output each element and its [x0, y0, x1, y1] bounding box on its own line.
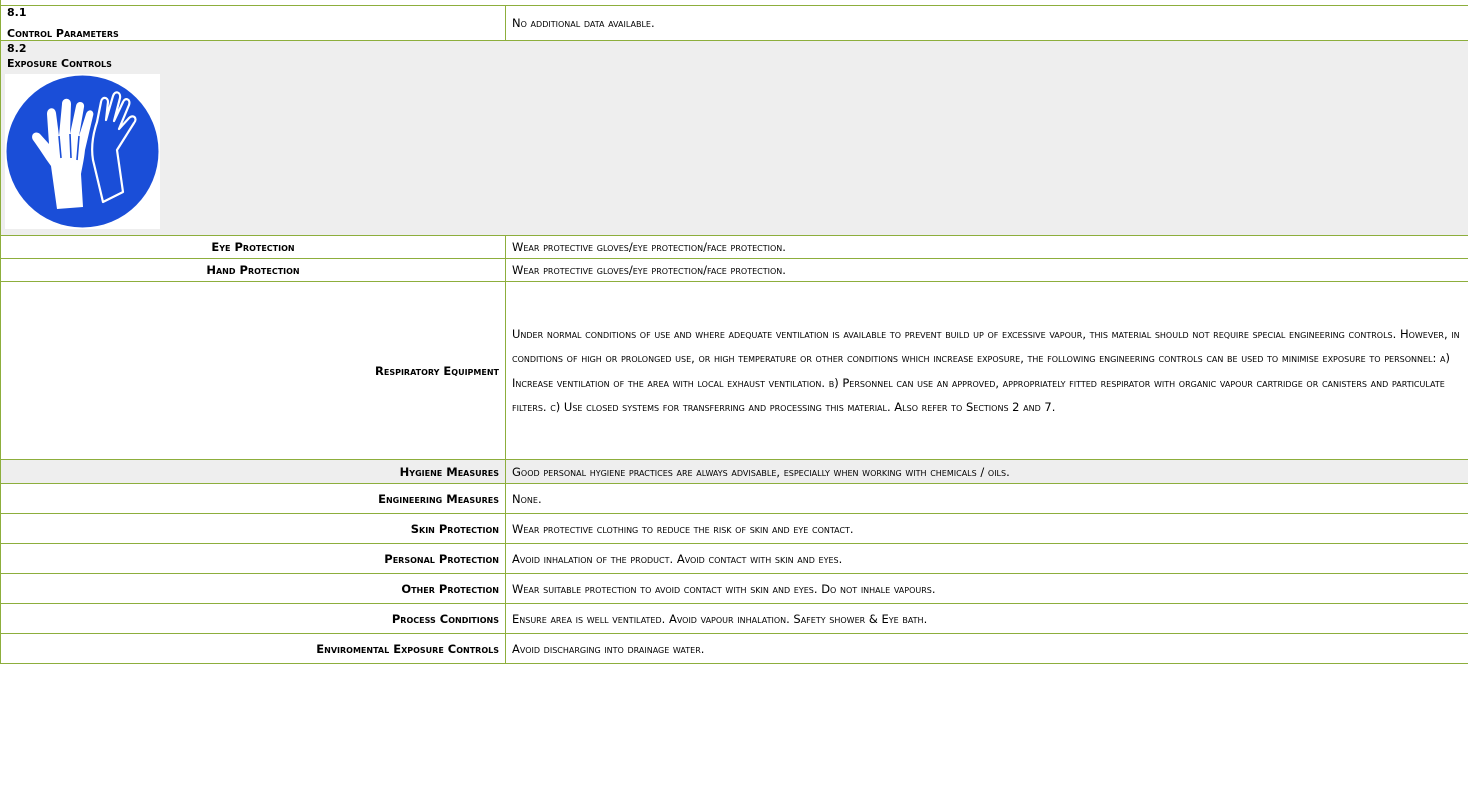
process-conditions-row: Process Conditions Ensure area is well v… — [0, 603, 1468, 634]
environmental-exposure-value: Avoid discharging into drainage water. — [505, 633, 1468, 664]
hand-protection-label: Hand Protection — [0, 258, 506, 282]
process-conditions-label: Process Conditions — [0, 603, 506, 634]
eye-protection-row: Eye Protection Wear protective gloves/ey… — [0, 235, 1468, 259]
other-protection-row: Other Protection Wear suitable protectio… — [0, 573, 1468, 604]
hand-protection-row: Hand Protection Wear protective gloves/e… — [0, 258, 1468, 282]
hygiene-measures-label: Hygiene Measures — [0, 459, 506, 484]
ppe-pictogram — [5, 70, 1462, 229]
environmental-exposure-row: Enviromental Exposure Controls Avoid dis… — [0, 633, 1468, 664]
engineering-measures-row: Engineering Measures None. — [0, 483, 1468, 514]
other-protection-label: Other Protection — [0, 573, 506, 604]
control-parameters-title: Control Parameters — [7, 26, 119, 40]
personal-protection-value: Avoid inhalation of the product. Avoid c… — [505, 543, 1468, 574]
section-number-82: 8.2 — [7, 42, 27, 55]
exposure-controls-row: 8.2 Exposure Controls — [0, 40, 1468, 236]
control-parameters-header: 8.1 Control Parameters — [0, 5, 506, 41]
process-conditions-value: Ensure area is well ventilated. Avoid va… — [505, 603, 1468, 634]
hygiene-measures-value: Good personal hygiene practices are alwa… — [505, 459, 1468, 484]
eye-protection-value: Wear protective gloves/eye protection/fa… — [505, 235, 1468, 259]
skin-protection-value: Wear protective clothing to reduce the r… — [505, 513, 1468, 544]
exposure-controls-table: 8.1 Control Parameters No additional dat… — [0, 0, 1468, 664]
control-parameters-value: No additional data available. — [505, 5, 1468, 41]
control-parameters-row: 8.1 Control Parameters No additional dat… — [0, 5, 1468, 41]
personal-protection-row: Personal Protection Avoid inhalation of … — [0, 543, 1468, 574]
gloves-icon — [5, 74, 160, 229]
engineering-measures-value: None. — [505, 483, 1468, 514]
respiratory-equipment-value: Under normal conditions of use and where… — [505, 281, 1468, 460]
eye-protection-label: Eye Protection — [0, 235, 506, 259]
hand-protection-value: Wear protective gloves/eye protection/fa… — [505, 258, 1468, 282]
section-number-81: 8.1 — [7, 5, 27, 19]
respiratory-equipment-row: Respiratory Equipment Under normal condi… — [0, 281, 1468, 460]
sds-section-8: 8.1 Control Parameters No additional dat… — [0, 0, 1468, 811]
skin-protection-label: Skin Protection — [0, 513, 506, 544]
exposure-controls-title: Exposure Controls — [7, 57, 112, 70]
hygiene-measures-row: Hygiene Measures Good personal hygiene p… — [0, 459, 1468, 484]
respiratory-equipment-label: Respiratory Equipment — [0, 281, 506, 460]
other-protection-value: Wear suitable protection to avoid contac… — [505, 573, 1468, 604]
environmental-exposure-label: Enviromental Exposure Controls — [0, 633, 506, 664]
skin-protection-row: Skin Protection Wear protective clothing… — [0, 513, 1468, 544]
exposure-controls-header: 8.2 Exposure Controls — [0, 40, 1468, 236]
engineering-measures-label: Engineering Measures — [0, 483, 506, 514]
personal-protection-label: Personal Protection — [0, 543, 506, 574]
